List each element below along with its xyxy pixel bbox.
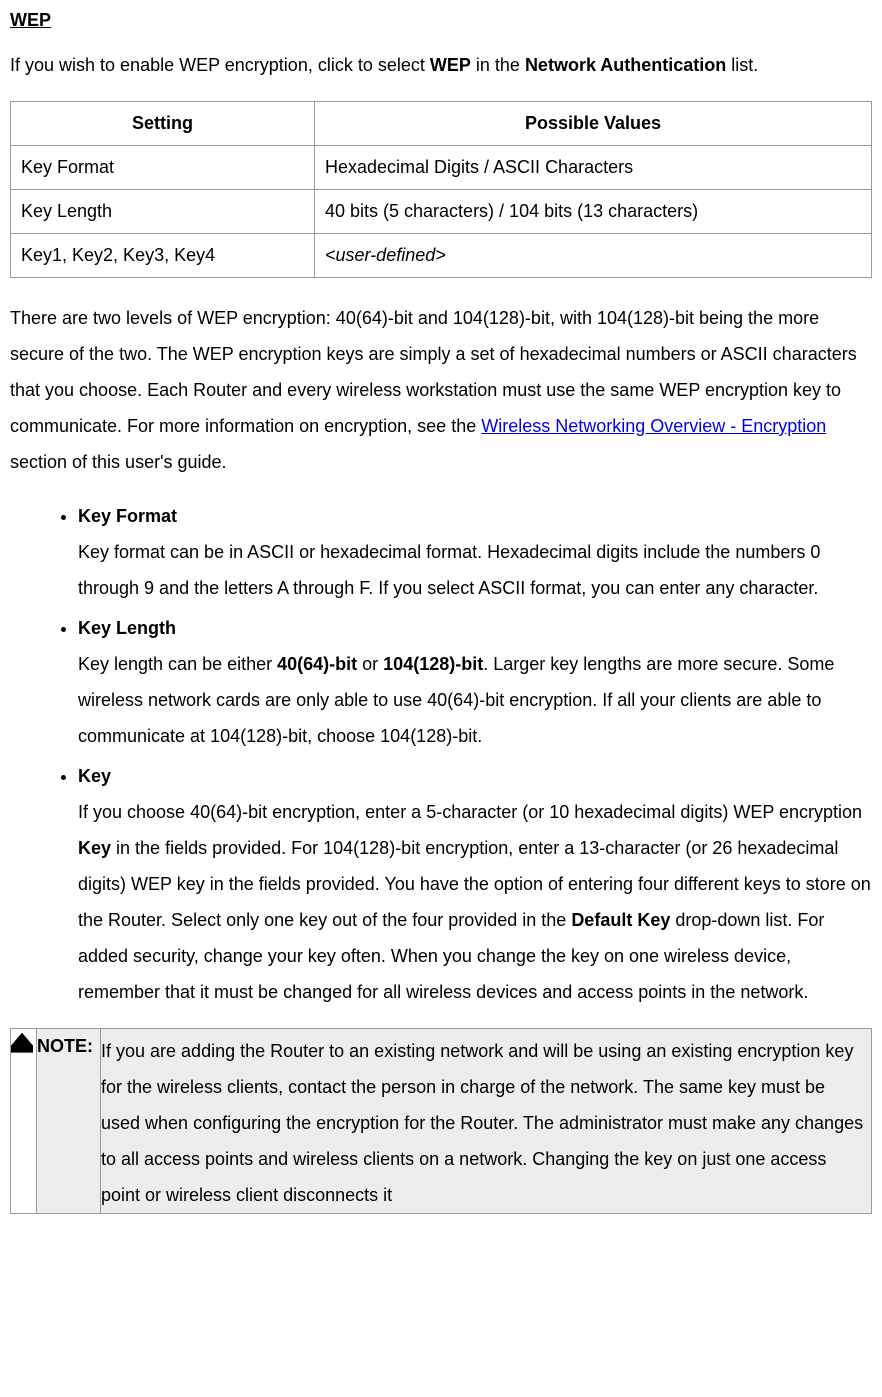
li-title-key: Key bbox=[78, 758, 872, 794]
list-item: Key If you choose 40(64)-bit encryption,… bbox=[78, 758, 872, 1010]
note-box: NOTE: If you are adding the Router to an… bbox=[10, 1028, 872, 1214]
intro-bold-na: Network Authentication bbox=[525, 55, 726, 75]
li-body-key-length: Key length can be either 40(64)-bit or 1… bbox=[78, 646, 872, 754]
table-row: Key1, Key2, Key3, Key4 <user-defined> bbox=[11, 233, 872, 277]
note-icon-cell bbox=[11, 1028, 37, 1213]
intro-text-mid: in the bbox=[471, 55, 525, 75]
list-item: Key Length Key length can be either 40(6… bbox=[78, 610, 872, 754]
table-row: Key Length 40 bits (5 characters) / 104 … bbox=[11, 189, 872, 233]
note-label: NOTE: bbox=[37, 1028, 101, 1213]
kl-pre: Key length can be either bbox=[78, 654, 277, 674]
description-paragraph: There are two levels of WEP encryption: … bbox=[10, 300, 872, 480]
td-values: <user-defined> bbox=[314, 233, 871, 277]
li-body-key: If you choose 40(64)-bit encryption, ent… bbox=[78, 794, 872, 1010]
k-pre: If you choose 40(64)-bit encryption, ent… bbox=[78, 802, 862, 822]
th-values: Possible Values bbox=[314, 101, 871, 145]
kl-mid: or bbox=[357, 654, 383, 674]
k-bold-defaultkey: Default Key bbox=[571, 910, 670, 930]
td-setting: Key1, Key2, Key3, Key4 bbox=[11, 233, 315, 277]
intro-text-pre: If you wish to enable WEP encryption, cl… bbox=[10, 55, 430, 75]
li-title-key-format: Key Format bbox=[78, 498, 872, 534]
list-item: Key Format Key format can be in ASCII or… bbox=[78, 498, 872, 606]
td-values-italic: <user-defined> bbox=[325, 245, 446, 265]
kl-bold-104: 104(128)-bit bbox=[383, 654, 483, 674]
intro-text-post: list. bbox=[726, 55, 758, 75]
td-values: Hexadecimal Digits / ASCII Characters bbox=[314, 145, 871, 189]
kl-bold-40: 40(64)-bit bbox=[277, 654, 357, 674]
intro-paragraph: If you wish to enable WEP encryption, cl… bbox=[10, 52, 872, 79]
table-header-row: Setting Possible Values bbox=[11, 101, 872, 145]
table-row: Key Format Hexadecimal Digits / ASCII Ch… bbox=[11, 145, 872, 189]
k-bold-key: Key bbox=[78, 838, 111, 858]
encryption-overview-link[interactable]: Wireless Networking Overview - Encryptio… bbox=[481, 416, 826, 436]
th-setting: Setting bbox=[11, 101, 315, 145]
para2-post: section of this user's guide. bbox=[10, 452, 227, 472]
settings-table: Setting Possible Values Key Format Hexad… bbox=[10, 101, 872, 278]
note-icon bbox=[11, 1033, 33, 1053]
td-setting: Key Format bbox=[11, 145, 315, 189]
li-title-key-length: Key Length bbox=[78, 610, 872, 646]
note-body: If you are adding the Router to an exist… bbox=[101, 1028, 872, 1213]
li-body-key-format: Key format can be in ASCII or hexadecima… bbox=[78, 534, 872, 606]
section-heading-wep: WEP bbox=[10, 10, 872, 32]
td-values: 40 bits (5 characters) / 104 bits (13 ch… bbox=[314, 189, 871, 233]
td-setting: Key Length bbox=[11, 189, 315, 233]
bullet-list: Key Format Key format can be in ASCII or… bbox=[10, 498, 872, 1010]
intro-bold-wep: WEP bbox=[430, 55, 471, 75]
